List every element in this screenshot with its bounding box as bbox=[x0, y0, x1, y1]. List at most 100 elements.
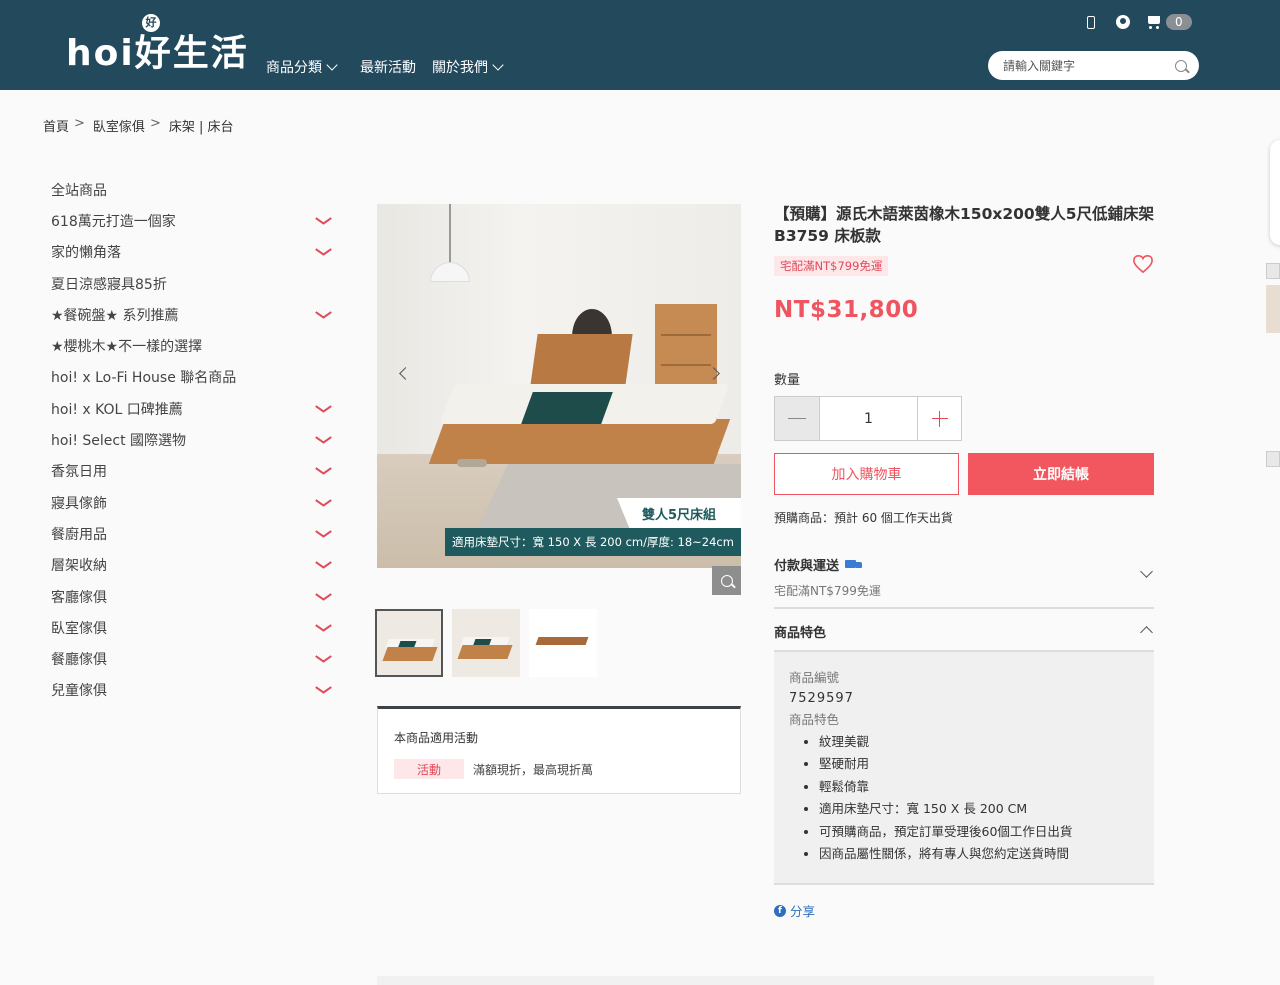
shipping-badge: 宅配滿NT$799免運 bbox=[774, 256, 889, 276]
chevron-down-icon[interactable] bbox=[316, 311, 331, 319]
side-checkbox[interactable] bbox=[1266, 451, 1280, 467]
chevron-down-icon[interactable] bbox=[316, 405, 331, 413]
sidebar-item-label: 餐廳傢俱 bbox=[51, 652, 107, 669]
sidebar-item-label: hoi! Select 國際選物 bbox=[51, 433, 187, 450]
truck-icon bbox=[845, 559, 863, 571]
sidebar-item-label: 兒童傢俱 bbox=[51, 683, 107, 700]
sidebar-item[interactable]: 香氛日用 bbox=[51, 456, 334, 487]
buy-now-button[interactable]: 立即結帳 bbox=[968, 453, 1154, 495]
minus-icon bbox=[788, 417, 806, 420]
sidebar-item[interactable]: 618萬元打造一個家 bbox=[51, 205, 334, 236]
sidebar-item[interactable]: hoi! Select 國際選物 bbox=[51, 424, 334, 455]
promotion-text[interactable]: 滿額現折，最高現折萬 bbox=[473, 761, 593, 778]
chevron-down-icon[interactable] bbox=[316, 248, 331, 256]
zoom-button[interactable] bbox=[712, 566, 741, 595]
main-nav: 商品分類 最新活動 關於我們 bbox=[266, 57, 518, 77]
features-panel: 商品編號 7529597 商品特色 紋理美觀堅硬耐用輕鬆倚靠適用床墊尺寸：寬 1… bbox=[774, 652, 1154, 883]
sidebar-item-label: 寢具傢飾 bbox=[51, 495, 107, 512]
feature-item: 因商品屬性關係，將有專人與您約定送貨時間 bbox=[819, 843, 1139, 865]
sidebar-item-label: 香氛日用 bbox=[51, 464, 107, 481]
thumb-bed bbox=[382, 647, 438, 661]
sidebar-item[interactable]: 層架收納 bbox=[51, 550, 334, 581]
chevron-up-icon[interactable] bbox=[1140, 626, 1153, 639]
product-price: NT$31,800 bbox=[774, 297, 919, 323]
payment-shipping-header[interactable]: 付款與運送 bbox=[774, 555, 863, 574]
sidebar-item-label: ★餐碗盤★ 系列推薦 bbox=[51, 307, 179, 324]
breadcrumb: 首頁 > 臥室傢俱 > 床架 | 床台 bbox=[43, 116, 234, 135]
sidebar-item[interactable]: 寢具傢飾 bbox=[51, 487, 334, 518]
chevron-down-icon[interactable] bbox=[316, 530, 331, 538]
chevron-down-icon[interactable] bbox=[316, 624, 331, 632]
image-drawer bbox=[661, 364, 711, 366]
phone-icon bbox=[1087, 15, 1095, 29]
sidebar-item[interactable]: 兒童傢俱 bbox=[51, 675, 334, 706]
sidebar-item[interactable]: ★櫻桃木★不一樣的選擇 bbox=[51, 330, 334, 361]
chevron-down-icon[interactable] bbox=[316, 655, 331, 663]
breadcrumb-home[interactable]: 首頁 bbox=[43, 116, 69, 135]
feature-item: 堅硬耐用 bbox=[819, 753, 1139, 775]
chevron-down-icon bbox=[326, 59, 338, 71]
sidebar-item[interactable]: 夏日涼感寢具85折 bbox=[51, 268, 334, 299]
chevron-down-icon[interactable] bbox=[316, 499, 331, 507]
breadcrumb-bed-frames[interactable]: 床架 | 床台 bbox=[169, 116, 234, 135]
side-checkbox[interactable] bbox=[1266, 263, 1280, 279]
chevron-down-icon[interactable] bbox=[316, 436, 331, 444]
chevron-down-icon[interactable] bbox=[316, 686, 331, 694]
cart-icon bbox=[1146, 15, 1162, 29]
sidebar-item[interactable]: 餐廳傢俱 bbox=[51, 643, 334, 674]
chevron-down-icon[interactable] bbox=[1140, 565, 1153, 578]
image-slippers bbox=[457, 459, 487, 467]
preorder-note: 預購商品：預計 60 個工作天出貨 bbox=[774, 511, 953, 525]
breadcrumb-bedroom-furniture[interactable]: 臥室傢俱 bbox=[93, 116, 145, 135]
nav-item-about[interactable]: 關於我們 bbox=[432, 57, 504, 77]
features-header[interactable]: 商品特色 bbox=[774, 622, 826, 641]
quantity-input[interactable]: 1 bbox=[820, 397, 918, 440]
phone-button[interactable] bbox=[1082, 12, 1100, 32]
thumb-bed bbox=[535, 637, 589, 645]
sidebar-item[interactable]: 臥室傢俱 bbox=[51, 612, 334, 643]
cart-count-badge: 0 bbox=[1166, 14, 1192, 30]
nav-item-events[interactable]: 最新活動 bbox=[360, 57, 416, 77]
search-bar bbox=[988, 51, 1199, 80]
heart-icon[interactable] bbox=[1132, 254, 1154, 274]
chevron-down-icon[interactable] bbox=[316, 217, 331, 225]
nav-item-categories[interactable]: 商品分類 bbox=[266, 57, 338, 77]
quantity-increase-button[interactable] bbox=[918, 397, 961, 440]
sidebar-item[interactable]: hoi! x Lo-Fi House 聯名商品 bbox=[51, 362, 334, 393]
sidebar-item[interactable]: ★餐碗盤★ 系列推薦 bbox=[51, 299, 334, 330]
sidebar-item[interactable]: 家的懶角落 bbox=[51, 237, 334, 268]
account-button[interactable] bbox=[1114, 12, 1132, 32]
add-to-cart-button[interactable]: 加入購物車 bbox=[774, 453, 959, 495]
nav-item-label: 關於我們 bbox=[432, 60, 488, 76]
product-main-image[interactable]: 雙人5尺床組 適用床墊尺寸：寬 150 X 長 200 cm/厚度: 18~24… bbox=[377, 204, 741, 568]
share-button[interactable]: f 分享 bbox=[774, 901, 815, 920]
sidebar-item[interactable]: 客廳傢俱 bbox=[51, 581, 334, 612]
image-blanket bbox=[521, 392, 613, 424]
chevron-down-icon[interactable] bbox=[316, 561, 331, 569]
image-drawer bbox=[661, 334, 711, 336]
breadcrumb-separator: > bbox=[74, 116, 85, 131]
category-sidebar: 全站商品 618萬元打造一個家 家的懶角落 夏日涼感寢具85折 ★餐碗盤★ 系列推薦 ★櫻… bbox=[51, 174, 334, 706]
quantity-decrease-button[interactable] bbox=[775, 397, 820, 440]
zoom-icon bbox=[720, 574, 733, 587]
chevron-down-icon[interactable] bbox=[316, 593, 331, 601]
side-product-thumb[interactable] bbox=[1266, 285, 1280, 333]
thumbnail-1[interactable] bbox=[375, 609, 443, 677]
chevron-down-icon[interactable] bbox=[316, 467, 331, 475]
thumbnail-3[interactable] bbox=[529, 609, 597, 677]
floating-side-card[interactable] bbox=[1270, 140, 1280, 245]
search-input[interactable] bbox=[1003, 58, 1175, 73]
thumbnail-2[interactable] bbox=[452, 609, 520, 677]
sidebar-item[interactable]: 全站商品 bbox=[51, 174, 334, 205]
sidebar-item[interactable]: hoi! x KOL 口碑推薦 bbox=[51, 393, 334, 424]
sku-label: 商品編號 bbox=[789, 670, 840, 685]
search-icon[interactable] bbox=[1175, 59, 1187, 72]
image-lamp-cord bbox=[449, 204, 451, 264]
sidebar-item[interactable]: 餐廚用品 bbox=[51, 518, 334, 549]
feature-item: 可預購商品，預定訂單受理後60個工作日出貨 bbox=[819, 821, 1139, 843]
product-title: 【預購】源氏木語萊茵橡木150x200雙人5尺低鋪床架B3759 床板款 bbox=[774, 205, 1154, 245]
cart-button[interactable]: 0 bbox=[1146, 14, 1192, 30]
sidebar-item-label: 客廳傢俱 bbox=[51, 589, 107, 606]
site-logo[interactable]: hoi好生活 好 bbox=[66, 14, 247, 74]
features-label: 商品特色 bbox=[789, 712, 840, 727]
